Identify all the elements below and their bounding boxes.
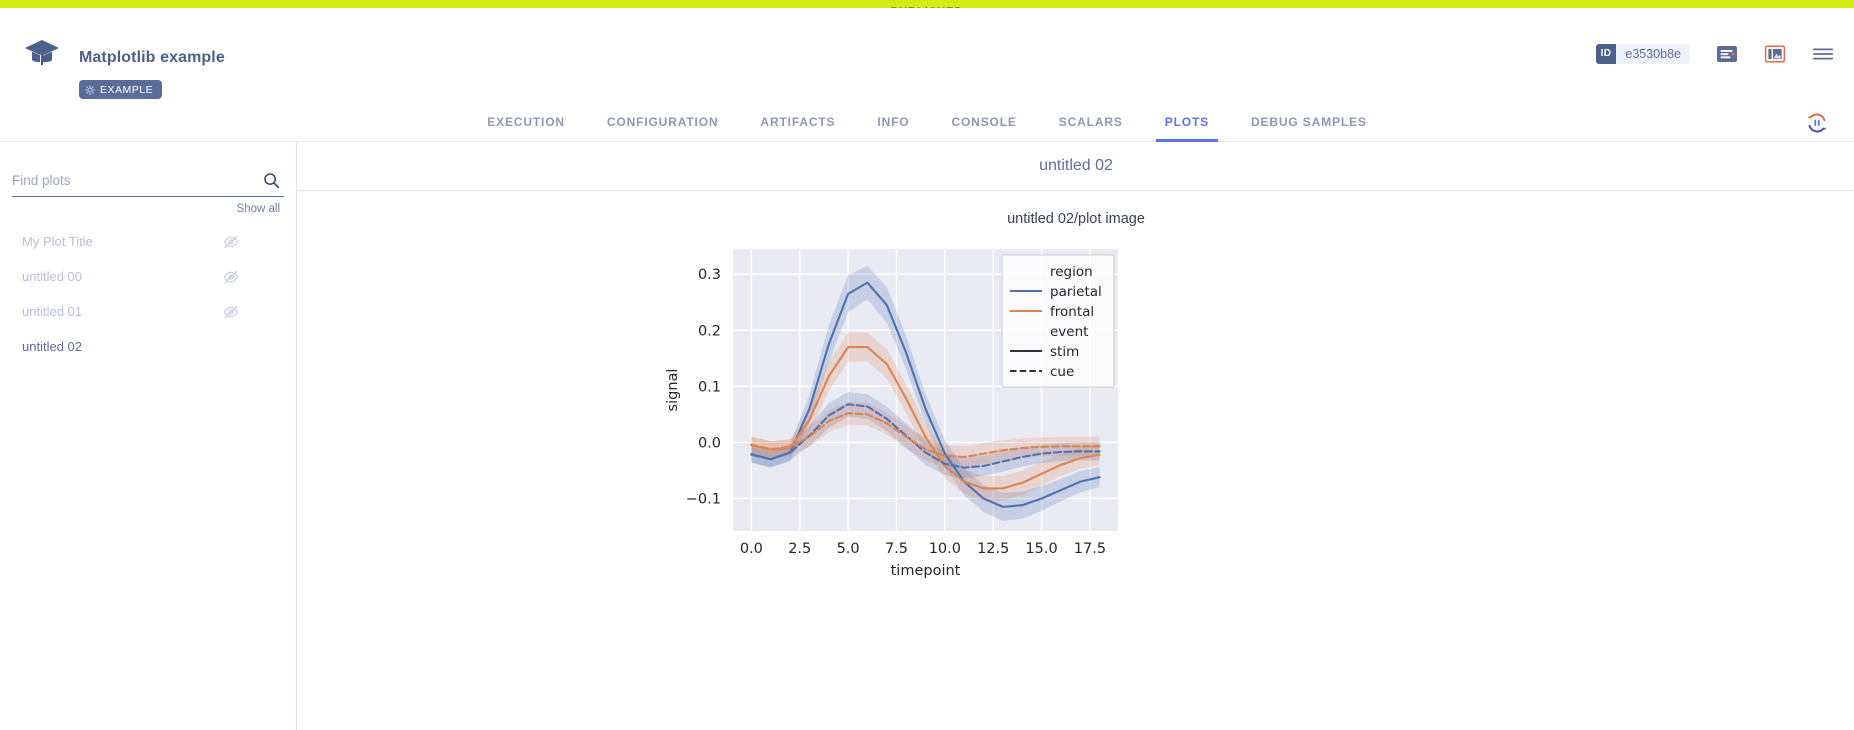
- plot-card: untitled 02/plot image 0.0 2.5 5.0 7.5 10.0 1…: [298, 190, 1854, 693]
- tab-debug-samples[interactable]: DEBUG SAMPLES: [1230, 103, 1388, 141]
- svg-text:15.0: 15.0: [1025, 541, 1057, 557]
- show-all-button[interactable]: Show all: [237, 203, 280, 215]
- tab-console[interactable]: CONSOLE: [930, 103, 1037, 141]
- plots-sidebar: Show all My Plot Title untitled 00: [0, 142, 297, 730]
- plot-list-item-label: untitled 02: [22, 339, 82, 354]
- svg-text:5.0: 5.0: [837, 541, 860, 557]
- page-title: Matplotlib example: [79, 49, 225, 67]
- page-header: Matplotlib example EXAMPLE ID e3530b: [0, 8, 1854, 103]
- task-id-key: ID: [1596, 44, 1617, 64]
- plot-list-item-label: My Plot Title: [22, 234, 93, 249]
- task-id-badge[interactable]: ID e3530b8e: [1596, 44, 1690, 64]
- tab-artifacts[interactable]: ARTIFACTS: [739, 103, 856, 141]
- svg-text:12.5: 12.5: [977, 541, 1009, 557]
- fmri-lineplot[interactable]: 0.0 2.5 5.0 7.5 10.0 12.5 15.0 17.5 0.3 0.2 0.1 0.0…: [298, 243, 1854, 623]
- tab-execution[interactable]: EXECUTION: [466, 103, 586, 141]
- eye-off-icon[interactable]: [223, 234, 239, 250]
- plot-list-item-untitled-00[interactable]: untitled 00: [0, 259, 297, 294]
- plot-list-item-untitled-02[interactable]: untitled 02: [0, 329, 297, 364]
- tab-info[interactable]: INFO: [856, 103, 930, 141]
- example-tag[interactable]: EXAMPLE: [79, 80, 162, 99]
- plot-card-title: untitled 02/plot image: [298, 211, 1854, 227]
- svg-text:17.5: 17.5: [1074, 541, 1106, 557]
- app-root: PUBLISHED Matplotlib example: [0, 0, 1854, 730]
- bar-list-icon[interactable]: [1716, 44, 1738, 64]
- svg-text:2.5: 2.5: [788, 541, 811, 557]
- search-input[interactable]: [12, 173, 263, 188]
- legend-label: parietal: [1050, 284, 1102, 300]
- plot-list-item-my-plot-title[interactable]: My Plot Title: [0, 224, 297, 259]
- search-icon[interactable]: [263, 172, 280, 189]
- svg-text:10.0: 10.0: [929, 541, 961, 557]
- tab-configuration[interactable]: CONFIGURATION: [586, 103, 740, 141]
- graduation-cap-logo-icon: [24, 38, 60, 68]
- plot-group-title: untitled 02: [298, 142, 1854, 190]
- plot-image-container[interactable]: 0.0 2.5 5.0 7.5 10.0 12.5 15.0 17.5 0.3 0.2 0.1 0.0…: [298, 243, 1854, 623]
- plot-list: My Plot Title untitled 00: [0, 224, 297, 364]
- legend-label: region: [1050, 264, 1093, 280]
- auto-refresh-icon[interactable]: [1806, 112, 1828, 134]
- legend-label: cue: [1050, 364, 1074, 380]
- search-container: [12, 165, 284, 197]
- svg-text:signal: signal: [665, 369, 681, 412]
- header-actions: ID e3530b8e: [1596, 44, 1834, 64]
- plot-list-item-untitled-01[interactable]: untitled 01: [0, 294, 297, 329]
- image-panel-icon[interactable]: [1764, 44, 1786, 64]
- example-tag-label: EXAMPLE: [100, 84, 153, 96]
- task-id-value: e3530b8e: [1616, 44, 1690, 64]
- eye-off-icon[interactable]: [223, 269, 239, 285]
- legend-label: event: [1050, 324, 1088, 340]
- svg-text:0.2: 0.2: [698, 323, 721, 339]
- tab-plots[interactable]: PLOTS: [1144, 103, 1230, 141]
- tag-container: EXAMPLE: [79, 80, 162, 100]
- svg-text:timepoint: timepoint: [891, 563, 961, 579]
- svg-text:0.3: 0.3: [698, 267, 721, 283]
- tab-list: EXECUTION CONFIGURATION ARTIFACTS INFO C…: [0, 103, 1854, 141]
- eye-off-icon[interactable]: [223, 304, 239, 320]
- svg-text:0.1: 0.1: [698, 379, 721, 395]
- plot-list-item-label: untitled 01: [22, 304, 82, 319]
- tab-bar: EXECUTION CONFIGURATION ARTIFACTS INFO C…: [0, 103, 1854, 142]
- svg-text:−0.1: −0.1: [686, 491, 721, 507]
- hamburger-menu-icon[interactable]: [1812, 44, 1834, 64]
- legend-label: stim: [1050, 344, 1079, 360]
- legend-label: frontal: [1050, 304, 1094, 320]
- gear-icon: [85, 85, 95, 95]
- svg-text:0.0: 0.0: [698, 435, 721, 451]
- main-panel: untitled 02 untitled 02/plot image 0.0 2.…: [298, 142, 1854, 730]
- svg-text:0.0: 0.0: [740, 541, 763, 557]
- plot-list-item-label: untitled 00: [22, 269, 82, 284]
- tab-scalars[interactable]: SCALARS: [1038, 103, 1144, 141]
- svg-text:7.5: 7.5: [885, 541, 908, 557]
